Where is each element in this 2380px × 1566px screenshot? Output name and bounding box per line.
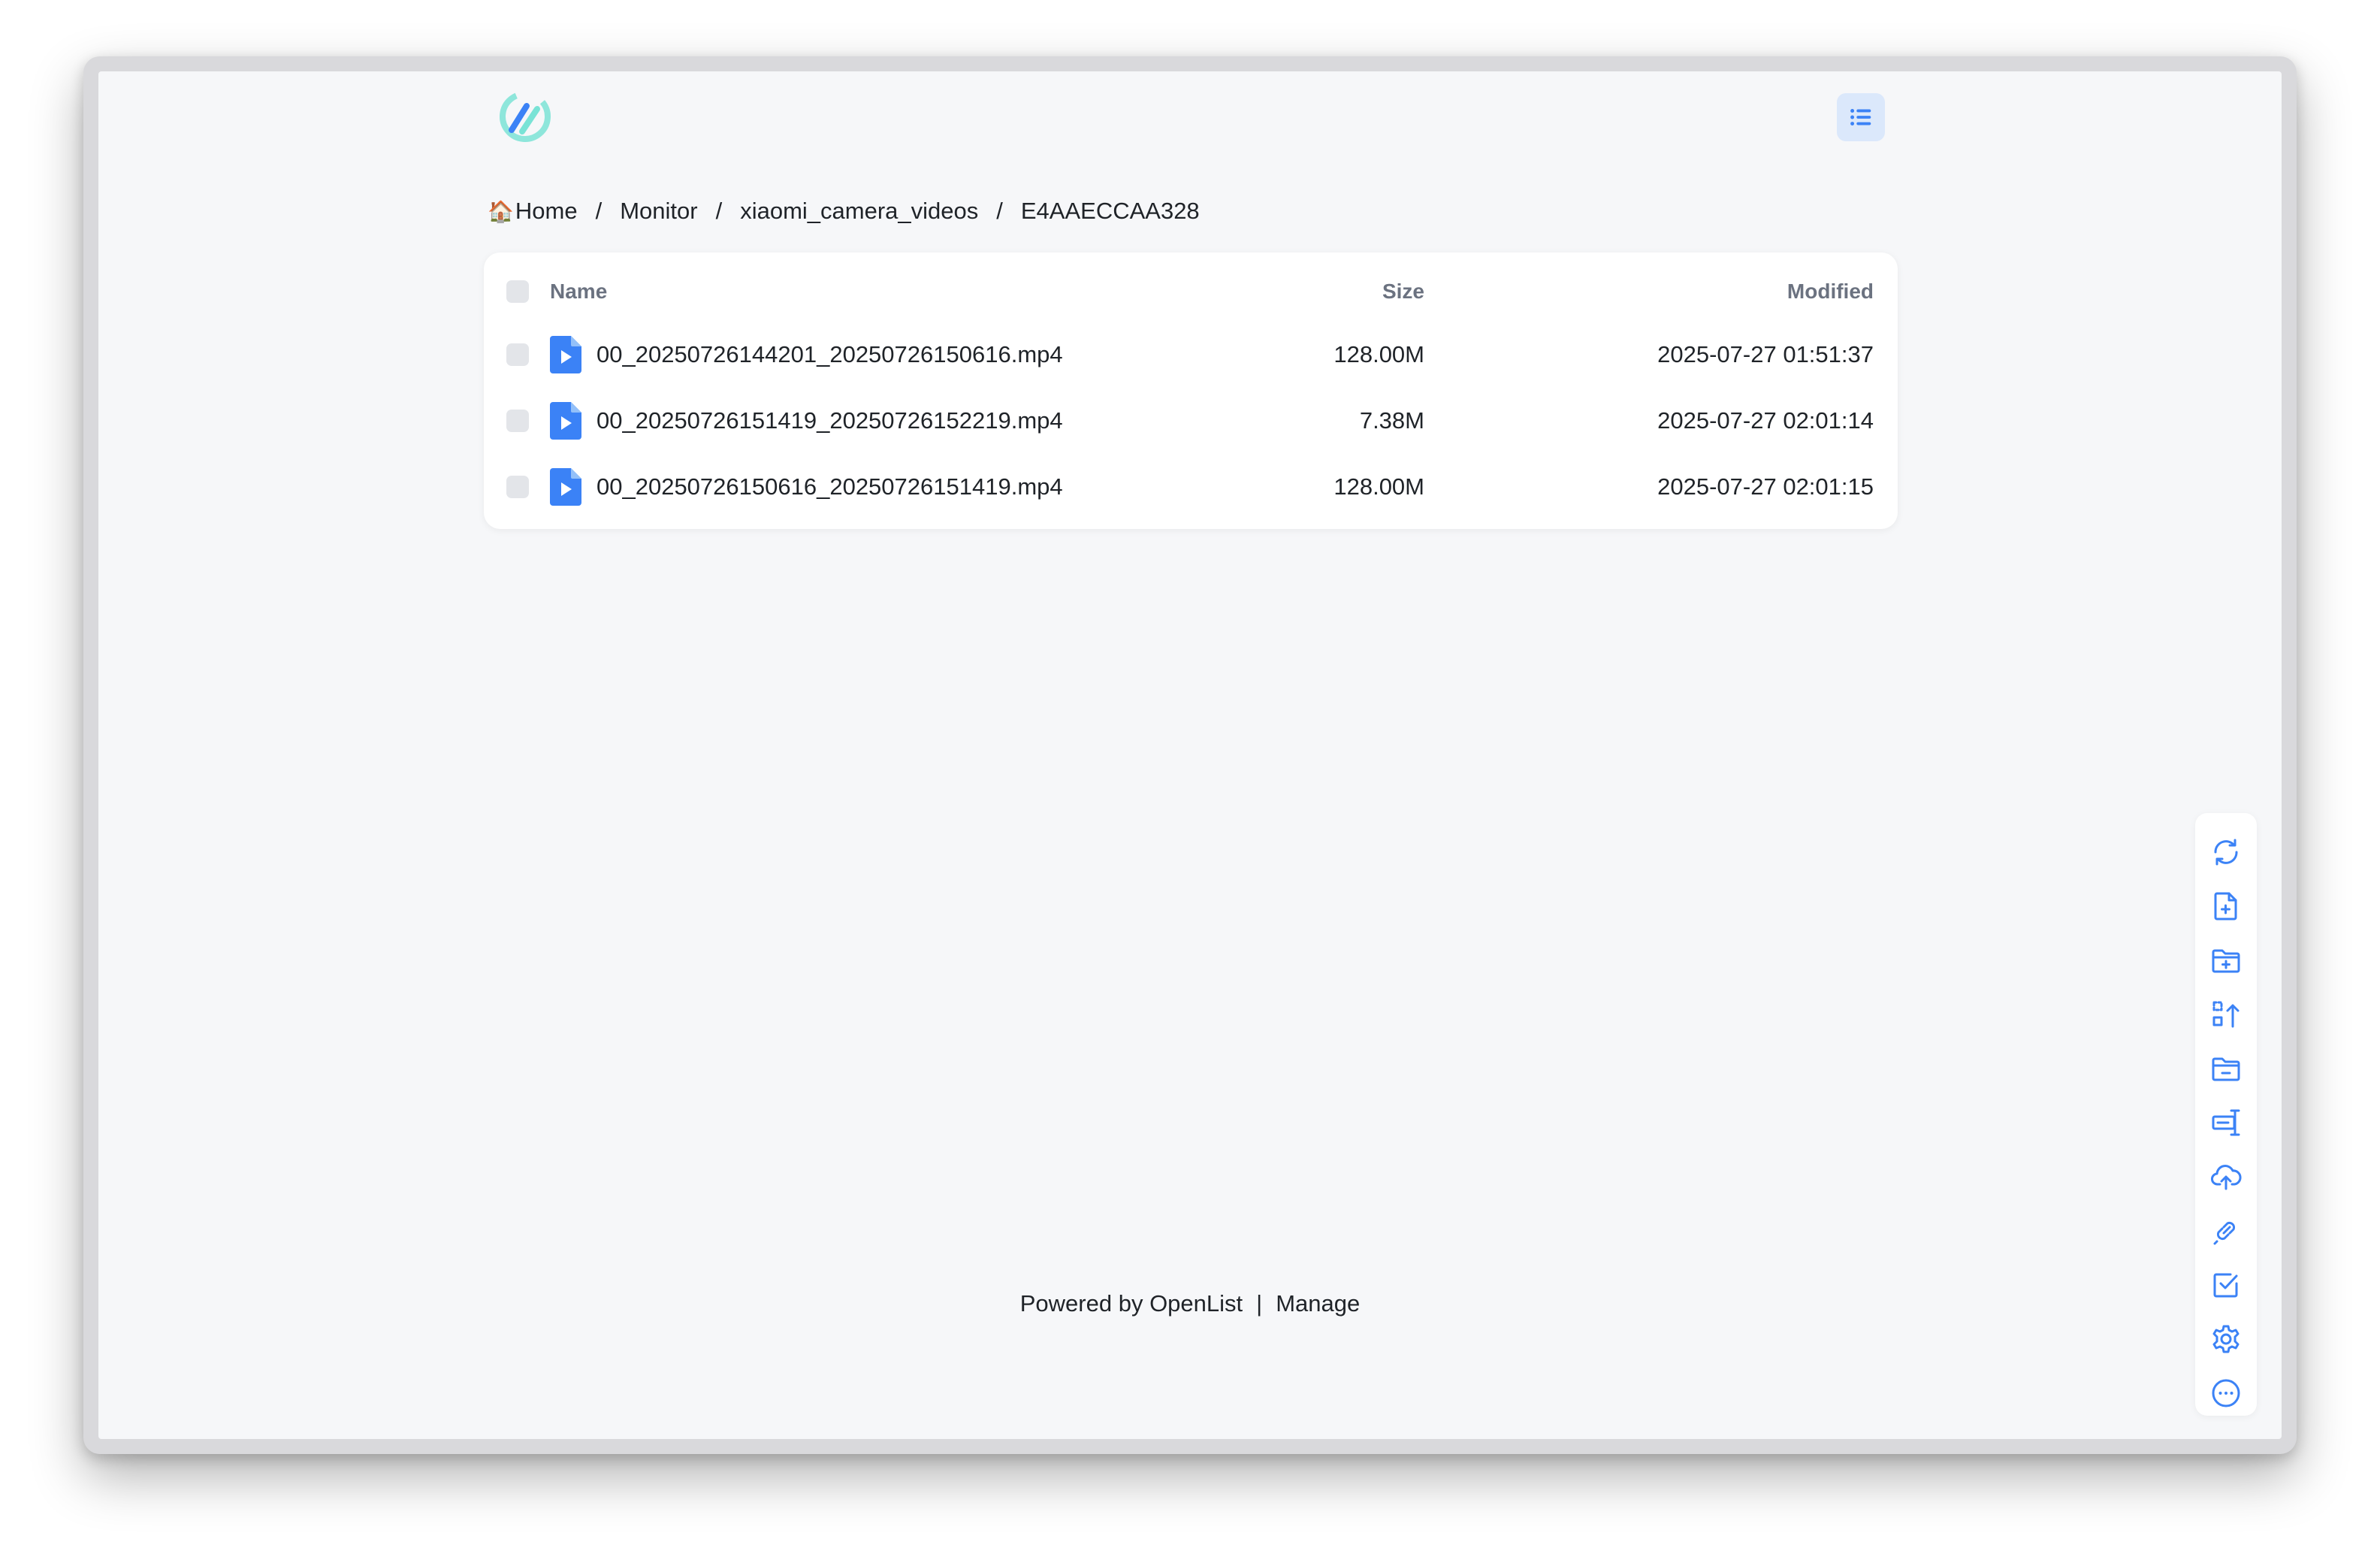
home-icon: 🏠 <box>488 199 514 223</box>
manage-link[interactable]: Manage <box>1276 1290 1360 1317</box>
row-checkbox[interactable] <box>506 410 529 432</box>
upload-icon <box>2211 1165 2242 1190</box>
file-size: 7.38M <box>1359 407 1424 434</box>
file-size: 128.00M <box>1333 341 1424 367</box>
rename-button[interactable] <box>2208 1105 2244 1141</box>
new-folder-button[interactable] <box>2208 942 2244 978</box>
column-header-size[interactable]: Size <box>1382 280 1424 304</box>
new-file-button[interactable] <box>2208 888 2244 924</box>
select-button[interactable] <box>2208 1267 2244 1303</box>
refresh-button[interactable] <box>2208 834 2244 870</box>
openlist-logo[interactable] <box>497 88 554 145</box>
sort-icon <box>2212 1001 2240 1028</box>
new-folder-icon <box>2212 949 2240 973</box>
file-modified: 2025-07-27 02:01:15 <box>1657 473 1874 500</box>
breadcrumb-separator: / <box>595 198 603 224</box>
powered-by-link[interactable]: Powered by OpenList <box>1020 1290 1243 1317</box>
upload-button[interactable] <box>2208 1159 2244 1195</box>
breadcrumb-monitor[interactable]: Monitor <box>620 198 697 225</box>
settings-button[interactable] <box>2208 1321 2244 1357</box>
more-icon <box>2212 1379 2240 1407</box>
refresh-icon <box>2214 839 2238 866</box>
video-file-icon <box>550 402 581 440</box>
row-checkbox[interactable] <box>506 343 529 366</box>
sort-button[interactable] <box>2208 996 2244 1032</box>
file-modified: 2025-07-27 01:51:37 <box>1657 341 1874 367</box>
link-icon <box>2213 1221 2236 1245</box>
settings-icon <box>2212 1325 2240 1353</box>
row-checkbox[interactable] <box>506 476 529 498</box>
table-header: Name Size Modified <box>484 262 1898 322</box>
column-header-name[interactable]: Name <box>550 280 607 304</box>
table-row[interactable]: 00_20250726150616_20250726151419.mp4 128… <box>484 457 1898 517</box>
delete-button[interactable] <box>2208 1051 2244 1087</box>
delete-folder-icon <box>2212 1057 2240 1081</box>
breadcrumb-home[interactable]: Home <box>515 198 578 225</box>
new-file-icon <box>2214 892 2237 921</box>
breadcrumb: 🏠 Home / Monitor / xiaomi_camera_videos … <box>488 189 1200 234</box>
file-size: 128.00M <box>1333 473 1424 500</box>
video-file-icon <box>550 336 581 373</box>
breadcrumb-separator: / <box>996 198 1003 224</box>
breadcrumb-xiaomi-camera-videos[interactable]: xiaomi_camera_videos <box>740 198 978 225</box>
select-all-checkbox[interactable] <box>506 280 529 303</box>
rename-icon <box>2212 1109 2240 1136</box>
file-list: Name Size Modified 00_20250726144201_202… <box>484 252 1898 529</box>
app-window: 🏠 Home / Monitor / xiaomi_camera_videos … <box>98 71 2282 1439</box>
select-icon <box>2213 1273 2238 1298</box>
table-row[interactable]: 00_20250726151419_20250726152219.mp4 7.3… <box>484 391 1898 451</box>
table-row[interactable]: 00_20250726144201_20250726150616.mp4 128… <box>484 325 1898 385</box>
breadcrumb-current-folder[interactable]: E4AAECCAA328 <box>1021 198 1200 225</box>
offline-download-button[interactable] <box>2208 1213 2244 1249</box>
footer-divider: | <box>1256 1290 1263 1317</box>
layout-toggle-button[interactable] <box>1837 93 1885 141</box>
footer: Powered by OpenList | Manage <box>98 1290 2282 1317</box>
file-name[interactable]: 00_20250726150616_20250726151419.mp4 <box>597 473 1063 500</box>
video-file-icon <box>550 468 581 506</box>
list-view-icon <box>1850 108 1871 126</box>
file-name[interactable]: 00_20250726144201_20250726150616.mp4 <box>597 341 1063 368</box>
column-header-modified[interactable]: Modified <box>1787 280 1874 304</box>
file-modified: 2025-07-27 02:01:14 <box>1657 407 1874 434</box>
right-toolbar <box>2195 813 2257 1416</box>
file-name[interactable]: 00_20250726151419_20250726152219.mp4 <box>597 407 1063 434</box>
breadcrumb-separator: / <box>715 198 723 224</box>
more-button[interactable] <box>2208 1375 2244 1411</box>
